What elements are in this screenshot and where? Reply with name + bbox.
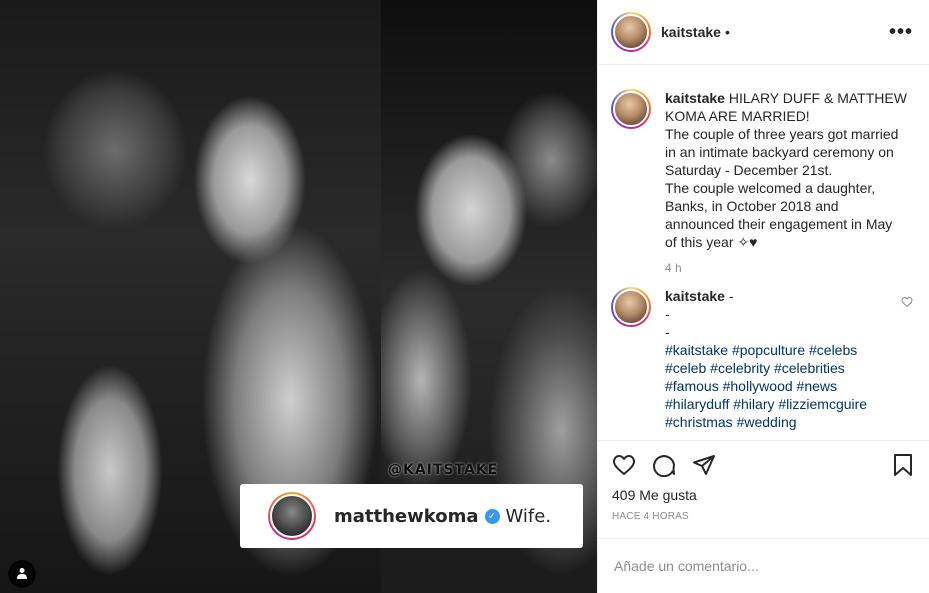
header-username[interactable]: kaitstake [661, 24, 721, 40]
hashtag-link[interactable]: #famous [665, 378, 719, 394]
embedded-comment-card: matthewkoma ✓ Wife. [240, 484, 583, 548]
caption-line: of this year ✧♥ [665, 234, 758, 250]
comment: kaitstake - - - #kaitstake #popculture #… [611, 287, 913, 431]
instagram-post: @KAITSTAKE matthewkoma ✓ Wife. kaitstake… [0, 0, 929, 593]
hashtag-link[interactable]: #hilary [733, 396, 774, 412]
post-side-panel: kaitstake • ••• kaitstake HILARY DUFF & … [597, 0, 929, 593]
caption-time[interactable]: 4 h [665, 261, 913, 275]
header-avatar[interactable] [611, 12, 651, 52]
hashtag-link[interactable]: #celeb [665, 360, 706, 376]
share-paper-plane-icon[interactable] [692, 453, 716, 477]
comment-text: kaitstake - - - #kaitstake #popculture #… [665, 287, 867, 431]
card-text: Wife. [505, 505, 552, 527]
header-separator: • [724, 24, 730, 40]
verified-badge-icon: ✓ [484, 508, 500, 524]
caption-line: The couple of three years got married [665, 126, 899, 142]
hashtag-link[interactable]: #celebrity [710, 360, 770, 376]
comments-section: kaitstake HILARY DUFF & MATTHEW KOMA ARE… [598, 65, 929, 440]
caption: kaitstake HILARY DUFF & MATTHEW KOMA ARE… [611, 89, 913, 251]
post-time-ago[interactable]: HACE 4 HORAS [612, 511, 915, 522]
comment-bubble-icon[interactable] [652, 453, 676, 478]
caption-text: kaitstake HILARY DUFF & MATTHEW KOMA ARE… [665, 89, 907, 251]
action-icons [612, 451, 915, 479]
user-icon [16, 566, 28, 582]
comment-dash: - [665, 306, 670, 322]
likes-count[interactable]: 409 Me gusta [612, 487, 915, 503]
bookmark-icon[interactable] [891, 453, 915, 477]
hashtag-link[interactable]: #lizziemcguire [778, 396, 867, 412]
caption-line: The couple welcomed a daughter, [665, 180, 876, 196]
caption-line: announced their engagement in May [665, 216, 893, 232]
caption-username[interactable]: kaitstake [665, 90, 725, 106]
caption-line: Banks, in October 2018 and [665, 198, 839, 214]
caption-line: KOMA ARE MARRIED! [665, 108, 810, 124]
comment-dash: - [665, 324, 670, 340]
more-options-icon[interactable]: ••• [889, 22, 913, 42]
hashtag-link[interactable]: #kaitstake [665, 342, 728, 358]
comment-username[interactable]: kaitstake [665, 288, 725, 304]
hashtag-link[interactable]: #celebrities [774, 360, 845, 376]
comment-first-line: - [724, 288, 734, 304]
card-username: matthewkoma [334, 505, 479, 527]
comment-input[interactable] [614, 558, 904, 574]
comment-avatar[interactable] [611, 287, 651, 327]
hashtag-link[interactable]: #news [797, 378, 837, 394]
post-header: kaitstake • ••• [598, 0, 929, 65]
heart-icon[interactable] [612, 453, 636, 477]
caption-line: Saturday - December 21st. [665, 162, 833, 178]
hashtag-link[interactable]: #hollywood [723, 378, 793, 394]
caption-avatar[interactable] [611, 89, 651, 129]
post-photo[interactable]: @KAITSTAKE matthewkoma ✓ Wife. [0, 0, 597, 593]
caption-line: HILARY DUFF & MATTHEW [728, 90, 907, 106]
hashtag-link[interactable]: #popculture [732, 342, 805, 358]
photo-watermark: @KAITSTAKE [388, 462, 499, 478]
hashtag-link[interactable]: #christmas [665, 414, 733, 430]
caption-line: in an intimate backyard ceremony on [665, 144, 894, 160]
comment-like-heart-icon[interactable] [901, 287, 913, 308]
hashtag-link[interactable]: #celebs [809, 342, 857, 358]
add-comment-bar [598, 538, 929, 593]
tagged-users-button[interactable] [8, 560, 36, 588]
card-avatar [268, 492, 316, 540]
hashtag-link[interactable]: #wedding [737, 414, 797, 430]
hashtag-link[interactable]: #hilaryduff [665, 396, 729, 412]
